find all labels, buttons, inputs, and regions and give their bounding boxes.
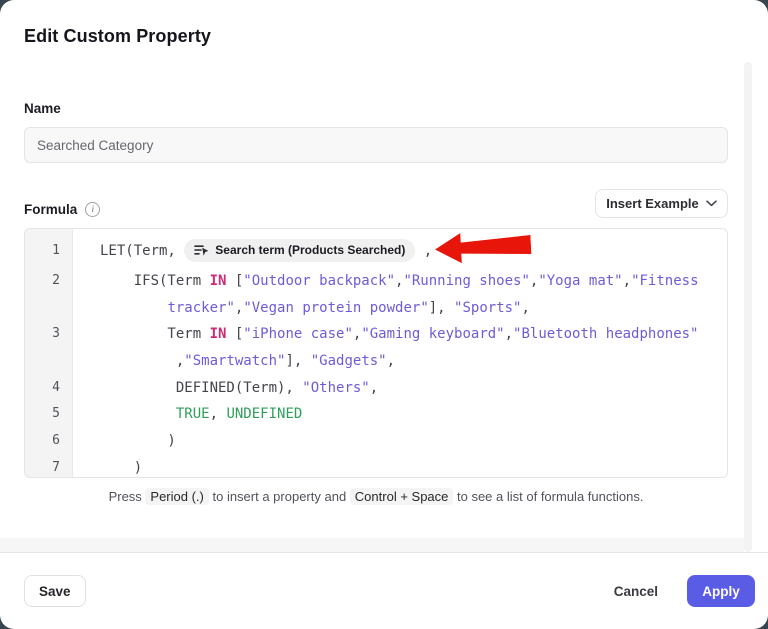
code-line: LET(Term, Search term (Products Searched…	[72, 234, 432, 268]
hint-text: to see a list of formula functions.	[453, 489, 643, 504]
line-number	[25, 295, 72, 322]
modal-title: Edit Custom Property	[24, 26, 211, 47]
line-number: 3	[25, 321, 72, 348]
vertical-scrollbar[interactable]	[744, 62, 752, 552]
code-row[interactable]: ,"Smartwatch"], "Gadgets",	[25, 348, 727, 375]
code-line: IFS(Term IN ["Outdoor backpack","Running…	[72, 268, 699, 295]
line-number: 5	[25, 401, 72, 428]
formula-hint: Press Period (.) to insert a property an…	[24, 489, 728, 504]
code-line: TRUE, UNDEFINED	[72, 401, 302, 428]
insert-example-button[interactable]: Insert Example	[595, 189, 728, 218]
footer-divider	[0, 552, 768, 553]
line-number: 1	[25, 234, 72, 268]
code-row[interactable]: 4 DEFINED(Term), "Others",	[25, 375, 727, 402]
code-row[interactable]: 6 )	[25, 428, 727, 455]
kbd-period: Period (.)	[145, 488, 208, 505]
hint-text: to insert a property and	[209, 489, 350, 504]
kbd-control-space: Control + Space	[350, 488, 454, 505]
line-number: 2	[25, 268, 72, 295]
search-term-property-chip[interactable]: Search term (Products Searched)	[184, 239, 415, 262]
hint-text: Press	[109, 489, 146, 504]
code-line: tracker","Vegan protein powder"], "Sport…	[72, 295, 530, 322]
code-row[interactable]: 7 )	[25, 455, 727, 478]
line-number: 4	[25, 375, 72, 402]
code-row[interactable]: 5 TRUE, UNDEFINED	[25, 401, 727, 428]
code-row[interactable]: 1LET(Term, Search term (Products Searche…	[25, 234, 727, 268]
search-term-icon	[194, 244, 209, 257]
save-button[interactable]: Save	[24, 575, 86, 607]
name-label: Name	[24, 101, 61, 116]
horizontal-scrollbar[interactable]	[0, 538, 744, 552]
formula-editor[interactable]: 1LET(Term, Search term (Products Searche…	[24, 228, 728, 478]
apply-button[interactable]: Apply	[687, 575, 755, 607]
name-input[interactable]	[24, 127, 728, 163]
code-line: )	[72, 428, 176, 455]
formula-code-rows: 1LET(Term, Search term (Products Searche…	[25, 234, 727, 478]
code-row[interactable]: tracker","Vegan protein powder"], "Sport…	[25, 295, 727, 322]
code-line: ,"Smartwatch"], "Gadgets",	[72, 348, 395, 375]
code-row[interactable]: 3 Term IN ["iPhone case","Gaming keyboar…	[25, 321, 727, 348]
line-number	[25, 348, 72, 375]
info-icon[interactable]: i	[85, 202, 100, 217]
code-line: DEFINED(Term), "Others",	[72, 375, 378, 402]
formula-label-row: Formula i	[24, 202, 100, 217]
code-line: )	[72, 455, 142, 478]
chevron-down-icon	[706, 200, 717, 207]
edit-custom-property-modal: Edit Custom Property Name Formula i Inse…	[0, 0, 768, 629]
code-line: Term IN ["iPhone case","Gaming keyboard"…	[72, 321, 698, 348]
line-number: 7	[25, 455, 72, 478]
cancel-button[interactable]: Cancel	[610, 575, 662, 607]
formula-label: Formula	[24, 202, 77, 217]
chip-label: Search term (Products Searched)	[215, 233, 405, 267]
insert-example-label: Insert Example	[606, 196, 699, 211]
code-row[interactable]: 2 IFS(Term IN ["Outdoor backpack","Runni…	[25, 268, 727, 295]
line-number: 6	[25, 428, 72, 455]
